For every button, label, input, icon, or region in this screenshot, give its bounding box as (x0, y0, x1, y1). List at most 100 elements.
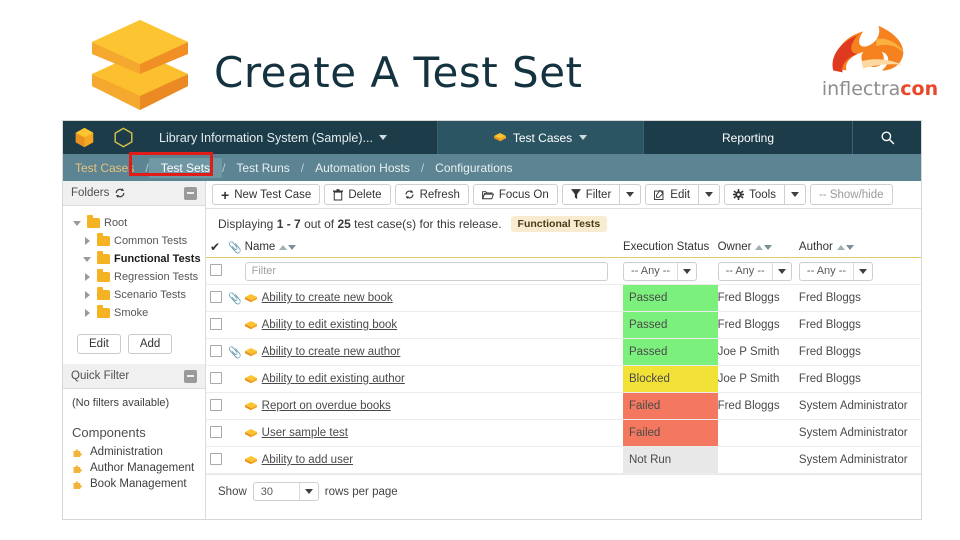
checkbox[interactable] (210, 453, 222, 465)
delete-button[interactable]: Delete (324, 184, 390, 205)
checkbox[interactable] (210, 426, 222, 438)
column-name[interactable]: Name (245, 239, 623, 258)
tree-node-scenario-tests[interactable]: Scenario Tests (63, 286, 205, 304)
row-checkbox-cell[interactable] (206, 312, 228, 339)
edit-dropdown-button[interactable] (698, 184, 720, 205)
checkbox[interactable] (210, 372, 222, 384)
hex-outline-icon[interactable] (105, 127, 141, 148)
owner-filter-select[interactable]: -- Any -- (718, 262, 792, 281)
chevron-down-icon[interactable] (81, 257, 93, 262)
column-author[interactable]: Author (799, 239, 921, 258)
focus-on-button[interactable]: Focus On (473, 184, 558, 205)
filter-name-cell[interactable]: Filter (245, 258, 623, 285)
row-name-cell[interactable]: Ability to edit existing author (245, 366, 623, 393)
component-item-author-management[interactable]: Author Management (63, 460, 205, 476)
table-row[interactable]: Ability to edit existing authorBlockedJo… (206, 366, 921, 393)
row-name-cell[interactable]: Report on overdue books (245, 393, 623, 420)
table-row[interactable]: 📎Ability to create new authorPassedJoe P… (206, 339, 921, 366)
row-checkbox-cell[interactable] (206, 447, 228, 474)
checkbox[interactable] (210, 399, 222, 411)
owner-cell (718, 447, 799, 474)
row-checkbox-cell[interactable] (206, 285, 228, 312)
test-case-link[interactable]: Report on overdue books (262, 400, 391, 412)
tab-test-cases[interactable]: Test Cases (438, 121, 643, 154)
test-case-link[interactable]: Ability to edit existing book (262, 319, 398, 331)
filter-dropdown-button[interactable] (619, 184, 641, 205)
show-hide-button[interactable]: -- Show/hide (810, 184, 893, 205)
collapse-quick-filter-button[interactable] (184, 370, 197, 383)
sort-controls[interactable] (279, 245, 296, 250)
row-name-cell[interactable]: Ability to create new author (245, 339, 623, 366)
tools-dropdown-button[interactable] (784, 184, 806, 205)
column-select-all[interactable]: ✔ (206, 239, 228, 258)
status-filter-select[interactable]: -- Any -- (623, 262, 697, 281)
edit-folder-button[interactable]: Edit (77, 334, 121, 354)
filter-button[interactable]: Filter (562, 184, 620, 205)
nav-item-configurations[interactable]: Configurations (424, 161, 523, 175)
chevron-down-icon[interactable] (677, 263, 696, 280)
author-filter-select[interactable]: -- Any -- (799, 262, 873, 281)
checkbox[interactable] (210, 291, 222, 303)
component-item-administration[interactable]: Administration (63, 444, 205, 460)
sort-controls[interactable] (755, 245, 772, 250)
tree-node-functional-tests[interactable]: Functional Tests (63, 250, 205, 268)
column-execution-status[interactable]: Execution Status (623, 239, 718, 258)
table-row[interactable]: Report on overdue booksFailedFred Bloggs… (206, 393, 921, 420)
sort-controls[interactable] (837, 245, 854, 250)
row-name-cell[interactable]: Ability to edit existing book (245, 312, 623, 339)
table-row[interactable]: 📎Ability to create new bookPassedFred Bl… (206, 285, 921, 312)
table-row[interactable]: Ability to edit existing bookPassedFred … (206, 312, 921, 339)
filter-select-all-cell[interactable] (206, 258, 228, 285)
nav-item-test-runs[interactable]: Test Runs (225, 161, 300, 175)
test-case-link[interactable]: User sample test (262, 427, 348, 439)
component-item-book-management[interactable]: Book Management (63, 476, 205, 492)
chevron-right-icon[interactable] (81, 237, 93, 245)
test-case-link[interactable]: Ability to create new book (262, 292, 393, 304)
tree-node-root[interactable]: Root (63, 214, 205, 232)
tab-reporting[interactable]: Reporting (644, 121, 852, 154)
collapse-folders-button[interactable] (184, 187, 197, 200)
filter-author-cell[interactable]: -- Any -- (799, 258, 921, 285)
test-case-link[interactable]: Ability to create new author (262, 346, 401, 358)
row-name-cell[interactable]: Ability to add user (245, 447, 623, 474)
tree-node-common-tests[interactable]: Common Tests (63, 232, 205, 250)
tree-node-regression-tests[interactable]: Regression Tests (63, 268, 205, 286)
table-row[interactable]: Ability to add userNot RunSystem Adminis… (206, 447, 921, 474)
new-test-case-button[interactable]: + New Test Case (212, 184, 320, 205)
chevron-right-icon[interactable] (81, 291, 93, 299)
nav-item-automation-hosts[interactable]: Automation Hosts (304, 161, 421, 175)
filter-status-cell[interactable]: -- Any -- (623, 258, 718, 285)
column-owner[interactable]: Owner (718, 239, 799, 258)
project-selector[interactable]: Library Information System (Sample)... (141, 131, 387, 145)
filter-owner-cell[interactable]: -- Any -- (718, 258, 799, 285)
chevron-down-icon[interactable] (772, 263, 791, 280)
test-case-link[interactable]: Ability to edit existing author (262, 373, 405, 385)
search-button[interactable] (853, 130, 921, 145)
refresh-icon[interactable] (114, 187, 126, 199)
row-checkbox-cell[interactable] (206, 420, 228, 447)
checkbox[interactable] (210, 264, 222, 276)
chevron-down-icon[interactable] (71, 221, 83, 226)
row-checkbox-cell[interactable] (206, 366, 228, 393)
row-name-cell[interactable]: Ability to create new book (245, 285, 623, 312)
add-folder-button[interactable]: Add (128, 334, 172, 354)
row-name-cell[interactable]: User sample test (245, 420, 623, 447)
tree-node-smoke[interactable]: Smoke (63, 304, 205, 322)
table-row[interactable]: User sample testFailedSystem Administrat… (206, 420, 921, 447)
rows-per-page-select[interactable]: 30 (253, 482, 319, 501)
row-checkbox-cell[interactable] (206, 393, 228, 420)
checkbox[interactable] (210, 345, 222, 357)
refresh-button[interactable]: Refresh (395, 184, 469, 205)
chevron-right-icon[interactable] (81, 309, 93, 317)
name-filter-input[interactable]: Filter (245, 262, 608, 281)
row-checkbox-cell[interactable] (206, 339, 228, 366)
edit-button[interactable]: Edit (645, 184, 698, 205)
row-attachment-cell: 📎 (228, 285, 244, 312)
tools-button[interactable]: Tools (724, 184, 784, 205)
chevron-right-icon[interactable] (81, 273, 93, 281)
spira-hex-icon[interactable] (63, 127, 105, 148)
test-case-link[interactable]: Ability to add user (262, 454, 353, 466)
chevron-down-icon[interactable] (853, 263, 872, 280)
chevron-down-icon[interactable] (299, 483, 318, 500)
checkbox[interactable] (210, 318, 222, 330)
